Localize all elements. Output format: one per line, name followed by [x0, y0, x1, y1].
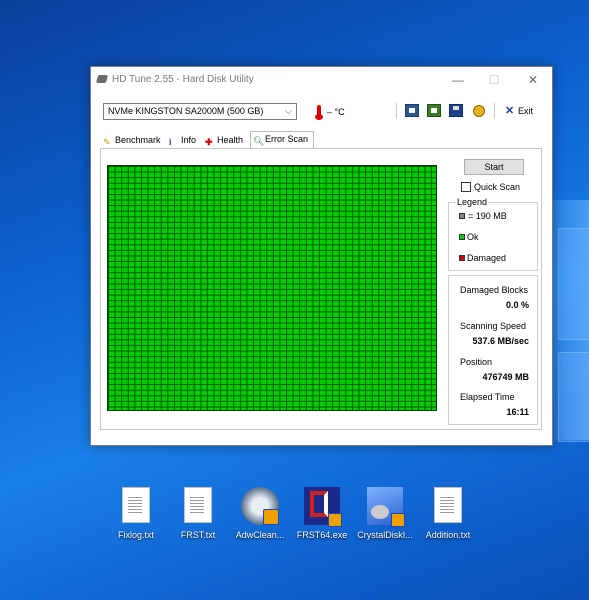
desktop-icon-fixlog[interactable]: Fixlog.txt: [106, 487, 166, 547]
text-file-icon: [184, 487, 212, 523]
tab-error-scan[interactable]: 🔍︎ Error Scan: [250, 131, 315, 148]
drive-select-value: NVMe KINGSTON SA2000M (500 GB): [108, 106, 264, 116]
damaged-blocks-label: Damaged Blocks: [460, 285, 529, 295]
desktop-icon-frst-txt[interactable]: FRST.txt: [168, 487, 228, 547]
toolbar-separator: [396, 103, 397, 119]
quick-scan-label: Quick Scan: [474, 182, 521, 192]
desktop-icon-crystaldiskinfo[interactable]: CrystalDiskI...: [355, 487, 415, 547]
exit-icon[interactable]: ✕: [505, 104, 514, 117]
window-title: HD Tune 2.55 - Hard Disk Utility: [112, 74, 254, 85]
desktop-icon-label: Addition.txt: [425, 530, 471, 540]
drive-select[interactable]: NVMe KINGSTON SA2000M (500 GB) ⌵: [103, 103, 297, 120]
toolbar-separator: [494, 103, 495, 119]
chevron-down-icon: ⌵: [285, 106, 292, 116]
legend-ok: Ok: [467, 232, 479, 242]
tab-benchmark[interactable]: ✎ Benchmark: [101, 133, 161, 148]
desktop-icon-label: CrystalDiskI...: [357, 530, 413, 540]
options-icon[interactable]: [473, 105, 485, 117]
app-icon: [95, 75, 109, 83]
thermometer-icon: [315, 105, 323, 120]
start-button[interactable]: Start: [464, 159, 524, 175]
damaged-swatch: [459, 255, 465, 261]
temperature-readout: – °C: [327, 107, 345, 117]
tab-health[interactable]: ✚ Health: [203, 133, 243, 148]
scan-block-map: [107, 165, 437, 411]
tab-info-label: Info: [181, 135, 197, 145]
legend-block-size: = 190 MB: [468, 211, 507, 221]
toolbar: NVMe KINGSTON SA2000M (500 GB) ⌵ – °C ✕ …: [91, 97, 552, 125]
exit-button[interactable]: Exit: [518, 106, 533, 116]
close-button[interactable]: ✕: [518, 70, 548, 90]
damaged-blocks-value: 0.0 %: [505, 300, 529, 310]
scanning-speed-label: Scanning Speed: [460, 321, 527, 331]
minimize-button[interactable]: —: [443, 70, 473, 90]
elapsed-time-value: 16:11: [506, 407, 529, 417]
ok-swatch: [459, 234, 465, 240]
save-icon[interactable]: [449, 104, 463, 117]
copy-info-icon[interactable]: [405, 104, 419, 117]
desktop-icon-addition[interactable]: Addition.txt: [418, 487, 478, 547]
crystaldiskinfo-icon: [367, 487, 405, 527]
scanning-speed-value: 537.6 MB/sec: [472, 336, 529, 346]
desktop-window-pane: [558, 352, 589, 442]
title-bar[interactable]: HD Tune 2.55 - Hard Disk Utility — ☐ ✕: [91, 67, 552, 94]
tab-info[interactable]: i Info: [167, 133, 196, 148]
quick-scan-checkbox[interactable]: [461, 182, 471, 192]
elapsed-time-label: Elapsed Time: [460, 392, 515, 402]
block-size-swatch: [459, 213, 465, 219]
frst-app-icon: [304, 487, 342, 527]
scan-stats-group: [448, 275, 538, 425]
text-file-icon: [122, 487, 150, 523]
maximize-button[interactable]: ☐: [479, 70, 509, 90]
tab-error-scan-label: Error Scan: [265, 134, 309, 144]
hdtune-window[interactable]: HD Tune 2.55 - Hard Disk Utility — ☐ ✕ N…: [90, 66, 553, 446]
desktop-icon-label: FRST64.exe: [296, 530, 348, 540]
text-file-icon: [434, 487, 462, 523]
desktop-icon-frst64[interactable]: FRST64.exe: [292, 487, 352, 547]
tab-bar: ✎ Benchmark i Info ✚ Health 🔍︎ Error Sca…: [101, 131, 541, 149]
position-value: 476749 MB: [482, 372, 529, 382]
tab-benchmark-label: Benchmark: [115, 135, 161, 145]
tab-health-label: Health: [217, 135, 244, 145]
legend-damaged: Damaged: [467, 253, 507, 263]
position-label: Position: [460, 357, 493, 367]
magnifier-icon: 🔍︎: [253, 136, 265, 146]
adwcleaner-icon: [241, 487, 279, 525]
desktop-window-pane: [558, 228, 589, 340]
copy-screenshot-icon[interactable]: [427, 104, 441, 117]
legend-title: Legend: [456, 197, 489, 207]
desktop-icon-adwcleaner[interactable]: AdwClean...: [230, 487, 290, 547]
